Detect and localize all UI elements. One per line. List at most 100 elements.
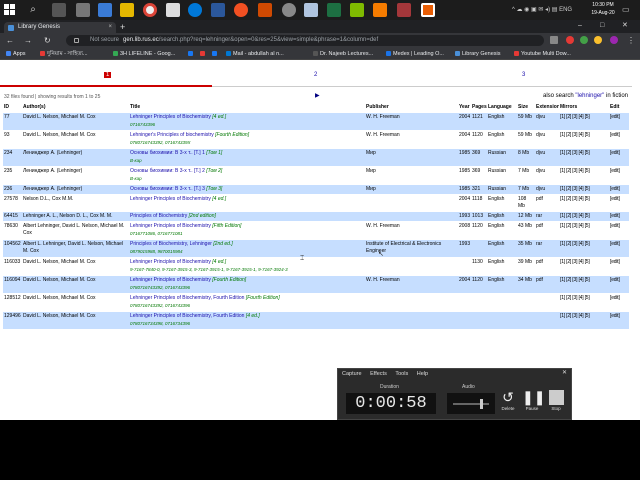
app-icon[interactable] [304, 3, 318, 17]
col-size[interactable]: Size [517, 103, 535, 113]
reload-button[interactable]: ↻ [44, 35, 51, 46]
audio-knob[interactable] [480, 399, 483, 409]
maximize-button[interactable]: □ [600, 21, 604, 31]
recorder-app-icon[interactable] [421, 3, 435, 17]
table-row[interactable]: 93 David L. Nelson, Michael M. Cox Lehning… [3, 130, 629, 149]
edge-icon[interactable] [188, 3, 202, 17]
table-row[interactable]: 116094 David L. Nelson, Michael M. Cox Leh… [3, 275, 629, 294]
row-edit-link[interactable]: [edit] [609, 293, 629, 312]
row-author[interactable]: Ленинджер А. (Lehninger) [22, 166, 129, 185]
notification-icon[interactable]: ▭ [622, 4, 630, 16]
menu-capture[interactable]: Capture [342, 371, 362, 377]
row-mirrors-links[interactable]: [1] [2] [3] [4] [5] [559, 112, 609, 131]
app-icon[interactable] [397, 3, 411, 17]
row-edit-link[interactable]: [edit] [609, 194, 629, 212]
table-row[interactable]: 27578 Nelson D.L., Cox M.M. Lehninger Prin… [3, 194, 629, 212]
book-title-link[interactable]: Lehninger Principles of Biochemistry, Fo… [130, 295, 244, 301]
table-row[interactable]: 64415 Lehninger A. L., Nelson D. L., Cox … [3, 211, 629, 222]
tab-library-genesis[interactable]: Library Genesis × [4, 22, 116, 33]
row-author[interactable]: David L. Nelson, Michael M. Cox [22, 275, 129, 294]
bookmark-item[interactable]: দুনিয়াম - সাহিত্য... [40, 49, 110, 59]
file-explorer-icon[interactable] [120, 3, 134, 17]
table-row[interactable]: 128512 David L. Nelson, Michael M. Cox Leh… [3, 293, 629, 312]
row-mirrors-links[interactable]: [1] [2] [3] [4] [5] [559, 293, 609, 312]
app-icon[interactable] [98, 3, 112, 17]
row-mirrors-links[interactable]: [1] [2] [3] [4] [5] [559, 275, 609, 294]
row-edit-link[interactable]: [edit] [609, 275, 629, 294]
row-author[interactable]: David L. Nelson, Michael M. Cox [22, 112, 129, 131]
excel-icon[interactable] [327, 3, 341, 17]
table-row[interactable]: 78630 Albert Lehninger, David L. Nelson, … [3, 221, 629, 240]
bookmark-item[interactable]: Youtube Multi Dow... [514, 49, 586, 59]
extension-icon[interactable] [594, 36, 602, 44]
close-window-button[interactable]: ✕ [622, 21, 628, 31]
table-row[interactable]: 77 David L. Nelson, Michael M. Cox Lehning… [3, 112, 629, 131]
row-edit-link[interactable]: [edit] [609, 166, 629, 185]
row-author[interactable]: Ленинджер А. (Lehninger) [22, 184, 129, 195]
book-title-link[interactable]: Principles of Biochemistry [130, 213, 187, 219]
forward-button[interactable]: → [24, 35, 32, 46]
app-icon[interactable] [258, 3, 272, 17]
row-edit-link[interactable]: [edit] [609, 311, 629, 329]
book-title-link[interactable]: Основы биохимии: В 3-х т.. [Т.] 1 [130, 150, 205, 156]
row-edit-link[interactable]: [edit] [609, 148, 629, 167]
book-title-link[interactable]: Lehninger's Principles of biochemistry [130, 132, 214, 138]
col-id[interactable]: ID [3, 103, 22, 113]
book-title-link[interactable]: Lehninger Principles of Biochemistry [130, 277, 211, 283]
new-tab-button[interactable]: + [120, 22, 125, 32]
url-field[interactable]: Not secure gen.lib.rus.ec/search.php?req=… [66, 35, 544, 46]
row-author[interactable]: Lehninger A. L., Nelson D. L., Cox M. M. [22, 211, 129, 222]
book-title-link[interactable]: Lehninger Principles of Biochemistry [130, 259, 211, 265]
menu-icon[interactable]: ⋮ [627, 35, 635, 46]
col-title[interactable]: Title [129, 103, 365, 113]
menu-effects[interactable]: Effects [370, 371, 387, 377]
profile-avatar[interactable] [610, 36, 618, 44]
book-title-link[interactable]: Lehninger Principles of Biochemistry [130, 223, 211, 229]
table-row[interactable]: 234 Ленинджер А. (Lehninger) Основы биохим… [3, 148, 629, 167]
col-year[interactable]: Year [458, 103, 471, 113]
menu-help[interactable]: Help [417, 371, 428, 377]
app-icon[interactable] [234, 3, 248, 17]
bookmark-item[interactable] [188, 49, 198, 59]
bookmark-star-icon[interactable] [550, 36, 558, 44]
row-author[interactable]: David L. Nelson, Michael M. Cox [22, 130, 129, 149]
row-mirrors-links[interactable]: [1] [2] [3] [4] [5] [559, 311, 609, 329]
row-author[interactable]: David L. Nelson, Michael M. Cox [22, 293, 129, 312]
row-mirrors-links[interactable]: [1] [2] [3] [4] [5] [559, 239, 609, 258]
book-title-link[interactable]: Lehninger Principles of Biochemistry [130, 114, 211, 120]
row-edit-link[interactable]: [edit] [609, 112, 629, 131]
row-mirrors-links[interactable]: [1] [2] [3] [4] [5] [559, 211, 609, 222]
minimize-button[interactable]: – [578, 21, 582, 31]
search-icon[interactable]: ⌕ [26, 3, 40, 17]
row-edit-link[interactable]: [edit] [609, 211, 629, 222]
vlc-icon[interactable] [373, 3, 387, 17]
col-pages[interactable]: Pages [471, 103, 487, 113]
app-icon[interactable] [166, 3, 180, 17]
col-publisher[interactable]: Publisher [365, 103, 458, 113]
page-2-link[interactable]: 2 [314, 72, 317, 78]
word-icon[interactable] [211, 3, 225, 17]
row-mirrors-links[interactable]: [1] [2] [3] [4] [5] [559, 166, 609, 185]
row-edit-link[interactable]: [edit] [609, 257, 629, 276]
recorder-close-button[interactable]: ✕ [562, 369, 567, 376]
row-edit-link[interactable]: [edit] [609, 130, 629, 149]
row-edit-link[interactable]: [edit] [609, 184, 629, 195]
audio-level-slider[interactable] [447, 393, 495, 414]
row-edit-link[interactable]: [edit] [609, 239, 629, 258]
book-title-link[interactable]: Lehninger Principles of Biochemistry, Fo… [130, 313, 244, 319]
extension-icon[interactable] [580, 36, 588, 44]
bookmark-apps[interactable]: Apps [6, 49, 36, 59]
book-title-link[interactable]: Lehninger Principles of Biochemistry [130, 196, 211, 202]
app-icon[interactable] [350, 3, 364, 17]
bookmark-item[interactable]: 3H LIFELINE - Goog... [113, 49, 185, 59]
col-language[interactable]: Language [487, 103, 517, 113]
tab-close-icon[interactable]: × [108, 22, 112, 33]
book-title-link[interactable]: Основы биохимии: В 3-х т.. [Т.] 2 [130, 168, 205, 174]
app-icon[interactable] [282, 3, 296, 17]
bookmark-item[interactable]: Mail - abdullah al n... [226, 49, 310, 59]
page-3-link[interactable]: 3 [522, 72, 525, 78]
extension-icon[interactable] [566, 36, 574, 44]
next-page-arrow[interactable]: ▶ [315, 92, 320, 99]
bookmark-item[interactable] [212, 49, 222, 59]
row-mirrors-links[interactable]: [1] [2] [3] [4] [5] [559, 221, 609, 240]
